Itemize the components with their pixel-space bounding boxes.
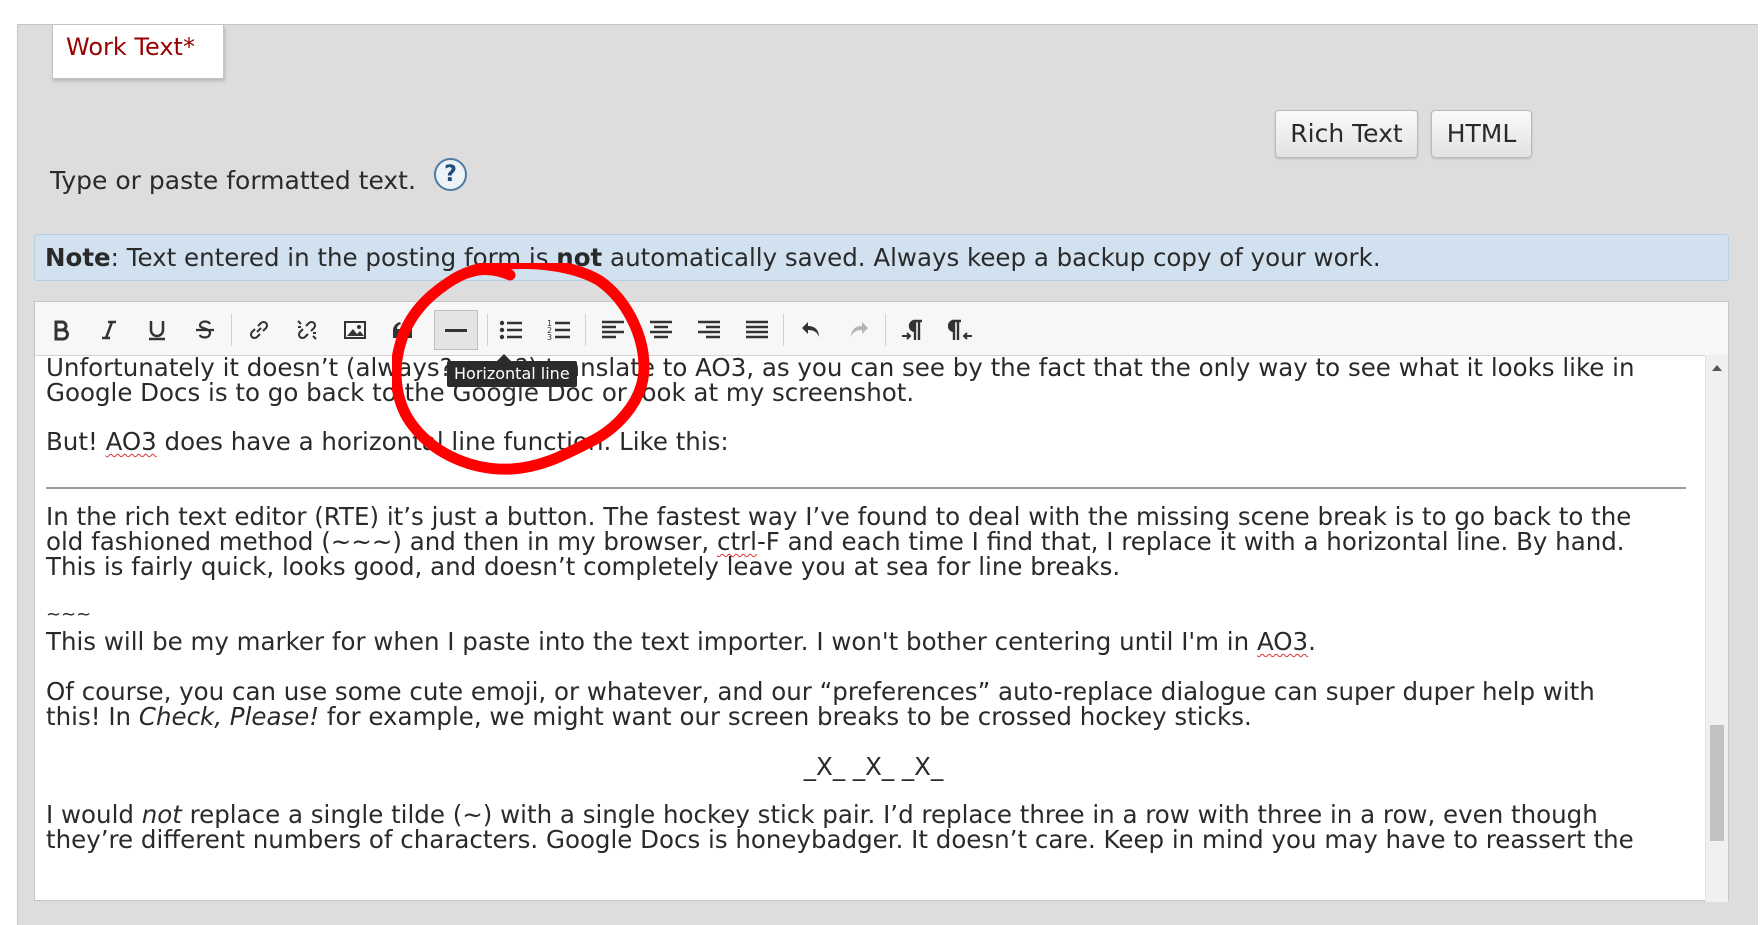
editor-scrollbar[interactable]	[1705, 355, 1728, 902]
help-icon[interactable]: ?	[434, 158, 467, 191]
link-icon[interactable]	[241, 312, 277, 348]
content-line: This is fairly quick, looks good, and do…	[46, 552, 1121, 581]
italic-icon[interactable]	[91, 312, 127, 348]
redo-icon[interactable]	[841, 312, 877, 348]
text-span: this! In	[46, 702, 139, 731]
horizontal-line-tooltip: Horizontal line	[447, 354, 577, 387]
autosave-note: Note: Text entered in the posting form i…	[34, 234, 1729, 281]
strikethrough-icon[interactable]	[187, 312, 223, 348]
html-button[interactable]: HTML	[1431, 110, 1532, 158]
toolbar-separator	[231, 314, 232, 346]
editor-toolbar: 123	[35, 302, 1728, 356]
bold-icon[interactable]	[43, 312, 79, 348]
scrollbar-thumb[interactable]	[1710, 725, 1724, 841]
bulleted-list-icon[interactable]	[493, 312, 529, 348]
spellcheck-word: AO3	[105, 427, 157, 456]
text-span: But!	[46, 427, 106, 456]
note-emphasis: not	[556, 243, 603, 272]
content-line: This will be my marker for when I paste …	[46, 628, 1701, 656]
note-label: Note	[45, 243, 111, 272]
unlink-icon[interactable]	[289, 312, 325, 348]
ltr-direction-icon[interactable]	[895, 312, 931, 348]
scroll-up-icon[interactable]	[1712, 365, 1722, 371]
align-right-icon[interactable]	[691, 312, 727, 348]
content-line: this! In Check, Please! for example, we …	[46, 703, 1701, 731]
note-text-before: : Text entered in the posting form is	[110, 243, 557, 272]
marker-line: ~~~	[46, 604, 92, 625]
text-span: does have a horizontal line function. Li…	[156, 427, 729, 456]
blockquote-icon[interactable]	[385, 312, 421, 348]
justify-icon[interactable]	[739, 312, 775, 348]
spellcheck-word: AO3	[1256, 627, 1309, 656]
content-line: But! AO3 does have a horizontal line fun…	[46, 428, 1701, 456]
image-icon[interactable]	[337, 312, 373, 348]
text-span: This will be my marker for when I paste …	[46, 627, 1257, 656]
toolbar-separator	[585, 314, 586, 346]
toolbar-separator	[487, 314, 488, 346]
toolbar-separator	[783, 314, 784, 346]
horizontal-line-button[interactable]	[434, 310, 478, 350]
rich-text-editor: 123 Unfortunately it doesn’t (always? ev…	[34, 301, 1729, 902]
numbered-list-icon[interactable]: 123	[541, 312, 577, 348]
hockey-sticks-line: _X_ _X_ _X_	[803, 752, 944, 781]
rich-text-button[interactable]: Rich Text	[1275, 110, 1418, 158]
undo-icon[interactable]	[793, 312, 829, 348]
tab-work-text[interactable]: Work Text*	[52, 25, 224, 79]
svg-text:3: 3	[547, 333, 552, 342]
editor-content[interactable]: Unfortunately it doesn’t (always? ever?)…	[35, 355, 1705, 902]
note-text-after: automatically saved. Always keep a backu…	[602, 243, 1381, 272]
align-left-icon[interactable]	[595, 312, 631, 348]
italic-title: Check, Please!	[138, 702, 320, 731]
toolbar-separator	[885, 314, 886, 346]
text-span: for example, we might want our screen br…	[319, 702, 1252, 731]
content-line: they’re different numbers of characters.…	[46, 825, 1634, 854]
align-center-icon[interactable]	[643, 312, 679, 348]
text-span: .	[1308, 627, 1316, 656]
horizontal-rule	[46, 487, 1686, 489]
editor-instructions: Type or paste formatted text.	[50, 166, 416, 195]
underline-icon[interactable]	[139, 312, 175, 348]
content-line: Google Docs is to go back to the Google …	[46, 378, 915, 407]
rtl-direction-icon[interactable]	[943, 312, 979, 348]
